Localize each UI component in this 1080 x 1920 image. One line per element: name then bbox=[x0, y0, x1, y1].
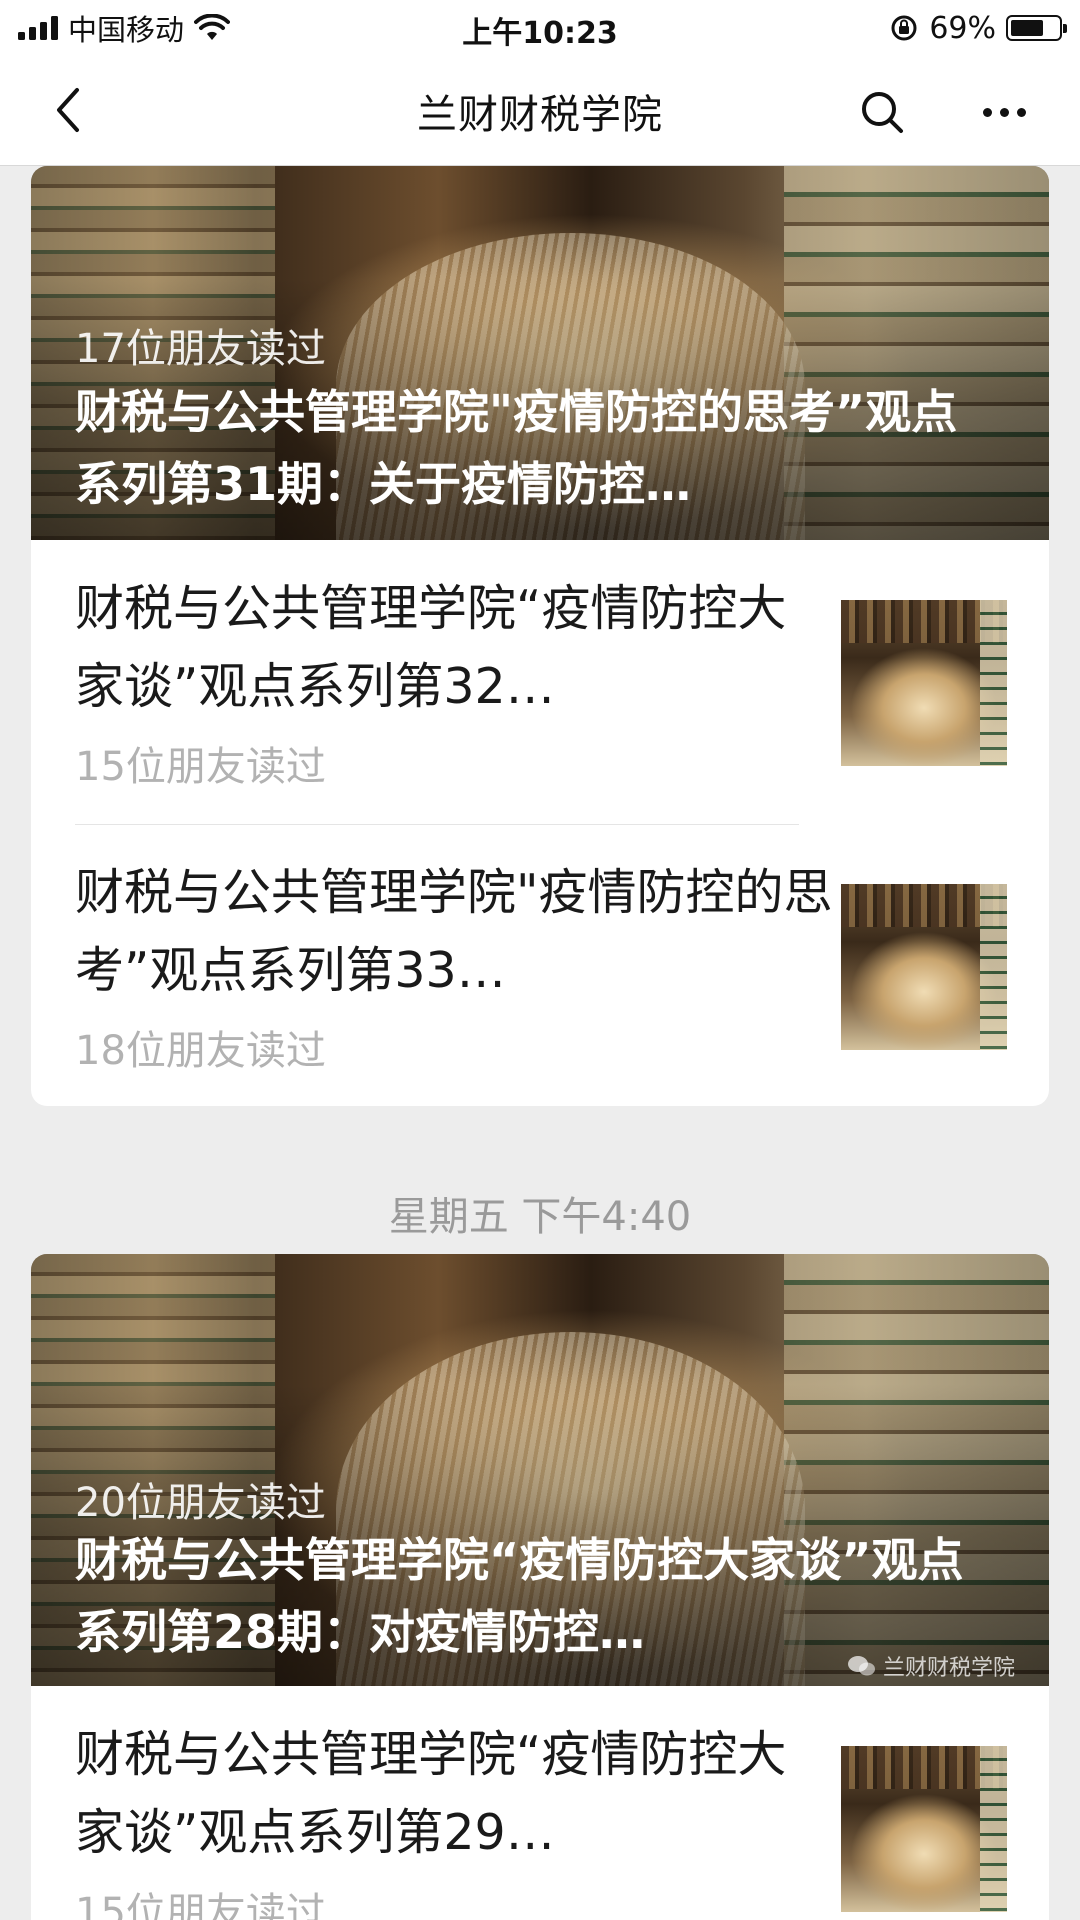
search-icon bbox=[862, 92, 903, 133]
more-button[interactable] bbox=[968, 84, 1040, 140]
list-item[interactable]: 财税与公共管理学院"疫情防控的思考”观点系列第33… 18位朋友读过 bbox=[31, 824, 1049, 1106]
watermark-text: 兰财财税学院 bbox=[882, 1656, 1015, 1681]
cover-read-count: 17位朋友读过 bbox=[75, 326, 326, 372]
wechat-icon bbox=[847, 1656, 875, 1676]
status-bar: 中国移动 上午10:23 69% bbox=[0, 0, 1080, 54]
battery-fill bbox=[1011, 20, 1043, 36]
divider bbox=[75, 824, 799, 825]
watermark: 兰财财税学院 bbox=[847, 1650, 1015, 1682]
article-read-count: 18位朋友读过 bbox=[75, 1028, 326, 1074]
article-thumbnail bbox=[841, 884, 1007, 1050]
article-thumbnail bbox=[841, 600, 1007, 766]
article-group: 20位朋友读过 财税与公共管理学院“疫情防控大家谈”观点系列第28期：对疫情防控… bbox=[31, 1254, 1049, 1920]
article-read-count: 15位朋友读过 bbox=[75, 1890, 326, 1920]
status-right: 69% bbox=[889, 10, 1067, 46]
message-timestamp: 星期五 下午4:40 bbox=[388, 1194, 692, 1240]
orientation-lock-icon bbox=[891, 15, 917, 41]
cover-title: 财税与公共管理学院"疫情防控的思考”观点系列第31期：关于疫情防控… bbox=[75, 385, 958, 511]
more-icon bbox=[982, 107, 992, 117]
battery-icon bbox=[1006, 15, 1067, 41]
message-list: 17位朋友读过 财税与公共管理学院"疫情防控的思考”观点系列第31期：关于疫情防… bbox=[0, 166, 1080, 1920]
cover-article[interactable]: 17位朋友读过 财税与公共管理学院"疫情防控的思考”观点系列第31期：关于疫情防… bbox=[31, 166, 1049, 540]
article-title: 财税与公共管理学院"疫情防控的思考”观点系列第33… bbox=[75, 864, 833, 999]
article-read-count: 15位朋友读过 bbox=[75, 744, 326, 790]
cover-title: 财税与公共管理学院“疫情防控大家谈”观点系列第28期：对疫情防控… bbox=[75, 1533, 964, 1659]
nav-bar: 兰财财税学院 bbox=[0, 54, 1080, 166]
article-group: 17位朋友读过 财税与公共管理学院"疫情防控的思考”观点系列第31期：关于疫情防… bbox=[31, 166, 1049, 1106]
cover-article[interactable]: 20位朋友读过 财税与公共管理学院“疫情防控大家谈”观点系列第28期：对疫情防控… bbox=[31, 1254, 1049, 1686]
article-title: 财税与公共管理学院“疫情防控大家谈”观点系列第32… bbox=[75, 580, 787, 715]
more-icon bbox=[1016, 107, 1026, 117]
page-title: 兰财财税学院 bbox=[417, 92, 663, 138]
article-thumbnail bbox=[841, 1746, 1007, 1912]
more-icon bbox=[999, 107, 1009, 117]
article-title: 财税与公共管理学院“疫情防控大家谈”观点系列第29… bbox=[75, 1726, 787, 1861]
list-item[interactable]: 财税与公共管理学院“疫情防控大家谈”观点系列第29… 15位朋友读过 bbox=[31, 1686, 1049, 1920]
list-item[interactable]: 财税与公共管理学院“疫情防控大家谈”观点系列第32… 15位朋友读过 bbox=[31, 540, 1049, 824]
battery-percent: 69% bbox=[929, 10, 996, 46]
cover-read-count: 20位朋友读过 bbox=[75, 1480, 326, 1526]
search-button[interactable] bbox=[854, 84, 910, 140]
